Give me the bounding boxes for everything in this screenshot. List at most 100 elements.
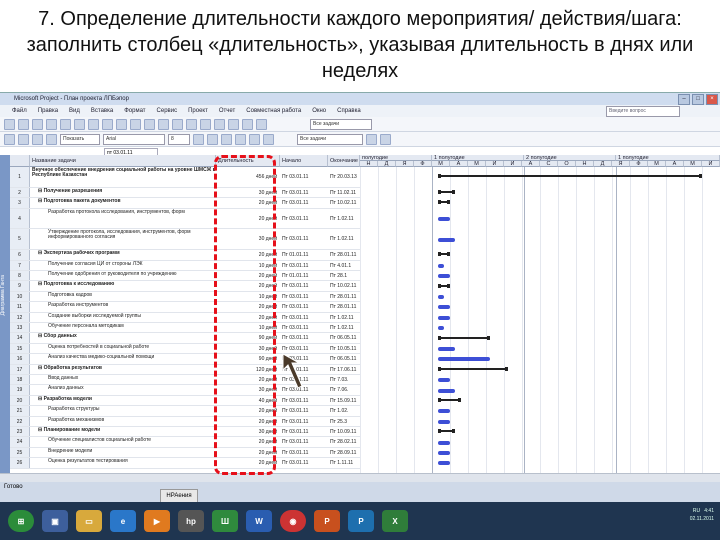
row-id[interactable]: 3 — [10, 198, 30, 208]
table-row[interactable]: 14 ⊟ Сбор данных 90 дней Пт 03.01.11 Пт 06.0… — [10, 333, 360, 344]
table-row[interactable]: 6 ⊟ Экспертиза рабочих программ 20 дней Пт … — [10, 250, 360, 261]
task-name[interactable]: ⊟ Планирование модели — [30, 427, 216, 433]
taskbar-publisher-icon[interactable]: P — [348, 510, 374, 532]
maximize-icon[interactable]: □ — [692, 94, 704, 105]
minimize-icon[interactable]: – — [678, 94, 690, 105]
table-row[interactable]: 20 ⊟ Разработка модели 40 дней Пт 03.01.11 П… — [10, 395, 360, 407]
task-finish[interactable]: Пт 17.06.11 — [328, 365, 360, 375]
task-finish[interactable]: Пт 28.1 — [328, 271, 360, 281]
task-start[interactable]: Пт 03.01.11 — [280, 313, 328, 323]
task-finish[interactable]: Пт 4.01.1 — [328, 261, 360, 271]
task-start[interactable]: Пт 03.01.11 — [280, 458, 328, 468]
task-name[interactable]: Оценка результатов тестирования — [30, 458, 216, 464]
col-header-start[interactable]: Начало — [280, 155, 328, 167]
bold-icon[interactable] — [193, 133, 204, 145]
task-start[interactable]: Пт 03.01.11 — [280, 198, 328, 208]
taskbar-project-icon[interactable]: Ш — [212, 510, 238, 532]
task-name[interactable]: ⊟ Разработка модели — [30, 396, 216, 402]
task-finish[interactable]: Пт 1.02.11 — [328, 323, 360, 333]
task-start[interactable]: Пт 03.01.11 — [280, 261, 328, 271]
row-id[interactable]: 6 — [10, 250, 30, 260]
table-row[interactable]: 18Ввод данных20 днейПт 03.01.11Пт 7.03. — [10, 375, 360, 386]
task-name[interactable]: Обучение специалистов социальной работе — [30, 437, 216, 443]
table-row[interactable]: 11 Разработка инструментов 20 дней Пт 03.01… — [10, 302, 360, 313]
cut-icon[interactable] — [88, 118, 99, 130]
split-icon[interactable] — [172, 118, 183, 130]
table-row[interactable]: 15 Оценка потребностей в социальной работ… — [10, 343, 360, 355]
task-start[interactable]: Пт 03.01.11 — [280, 281, 328, 291]
task-name[interactable]: Разработка протокола исследования, инстр… — [30, 209, 216, 215]
task-finish[interactable]: Пт 28.01.11 — [328, 292, 360, 302]
task-finish[interactable]: Пт 7.06. — [328, 385, 360, 395]
table-row[interactable]: 9 ⊟ Подготовка к исследованию 20 дней Пт 03… — [10, 281, 360, 292]
task-name[interactable]: ⊟ Сбор данных — [30, 333, 216, 339]
table-row[interactable]: 25 Внедрение модели 20 дней Пт 03.01.11 Пт 2… — [10, 447, 360, 459]
menu-item-5[interactable]: Сервис — [157, 105, 178, 117]
menu-item-9[interactable]: Окно — [312, 105, 326, 117]
menu-item-10[interactable]: Справка — [337, 105, 361, 117]
table-row[interactable]: 12 Создание выборки исследуемой группы 20 … — [10, 312, 360, 323]
taskbar-save-icon[interactable]: ▣ — [42, 510, 68, 532]
task-name[interactable]: Утверждение протокола, исследования, инс… — [30, 229, 216, 240]
task-name[interactable]: Получение согласия ЦИ от стороны ЛЭК — [30, 261, 216, 267]
task-start[interactable]: Пт 03.01.11 — [280, 188, 328, 198]
minus-icon[interactable] — [46, 133, 57, 145]
task-finish[interactable]: Пт 10.02.11 — [328, 281, 360, 291]
taskbar-folder-icon[interactable]: ▭ — [76, 510, 102, 532]
row-id[interactable]: 17 — [10, 364, 30, 374]
task-start[interactable]: Пт 03.01.11 — [280, 323, 328, 333]
lang-indicator[interactable]: RU — [693, 508, 700, 514]
task-start[interactable]: Пт 01.01.11 — [280, 250, 328, 260]
row-id[interactable]: 7 — [10, 260, 30, 270]
task-finish[interactable]: Пт 10.05.11 — [328, 344, 360, 354]
font-select[interactable]: Arial — [103, 133, 165, 145]
task-name[interactable]: Обучение персонала методикам — [30, 323, 216, 329]
task-bar[interactable] — [438, 217, 450, 221]
copy-icon[interactable] — [102, 118, 113, 130]
task-bar[interactable] — [438, 378, 450, 383]
task-start[interactable]: Пт 03.01.11 — [280, 229, 328, 250]
task-finish[interactable]: Пт 28.09.11 — [328, 448, 360, 458]
row-id[interactable]: 9 — [10, 281, 30, 291]
task-bar[interactable] — [438, 237, 456, 242]
task-finish[interactable]: Пт 28.01.11 — [328, 250, 360, 260]
task-bar[interactable] — [438, 315, 450, 320]
table-row[interactable]: 7 Получение согласия ЦИ от стороны ЛЭК 10 … — [10, 260, 360, 271]
zoom-out-icon[interactable] — [242, 118, 253, 130]
task-finish[interactable]: Пт 1.02.11 — [328, 313, 360, 323]
task-finish[interactable]: Пт 28.01.11 — [328, 302, 360, 312]
row-id[interactable]: 4 — [10, 208, 30, 229]
row-id[interactable]: 8 — [10, 271, 30, 281]
row-id[interactable]: 5 — [10, 229, 30, 250]
row-id[interactable]: 24 — [10, 437, 30, 447]
task-name[interactable]: Внучное обеспечение внедрения социальной… — [30, 167, 216, 178]
row-id[interactable]: 12 — [10, 312, 30, 322]
autofilter-icon[interactable] — [366, 133, 377, 145]
table-row[interactable]: 23 ⊟ Планирование модели 30 дней Пт 03.01.1… — [10, 427, 360, 438]
task-finish[interactable]: Пт 28.02.11 — [328, 437, 360, 447]
menu-item-7[interactable]: Отчет — [219, 105, 235, 117]
task-name[interactable]: Разработка инструментов — [30, 302, 216, 308]
taskbar-hp-icon[interactable]: hp — [178, 510, 204, 532]
table-row[interactable]: 26 Оценка результатов тестирования 20 дней… — [10, 458, 360, 469]
menu-item-4[interactable]: Формат — [124, 105, 145, 117]
row-id[interactable]: 1 — [10, 167, 30, 187]
table-row[interactable]: 16 Анализ качества медико-социальной помо… — [10, 354, 360, 365]
task-finish[interactable]: Пт 15.09.11 — [328, 396, 360, 406]
task-name[interactable]: Разработка структуры — [30, 406, 216, 412]
table-row[interactable]: 17 ⊟ Обработка результатов 120 дней Пт 03.0… — [10, 364, 360, 375]
task-start[interactable]: Пт 01.01.11 — [280, 271, 328, 281]
task-bar[interactable] — [438, 440, 450, 445]
filter-select[interactable]: Все задачи — [297, 133, 363, 145]
align-right-icon[interactable] — [263, 133, 274, 145]
task-start[interactable]: Пт 03.01.11 — [280, 292, 328, 302]
row-id[interactable]: 10 — [10, 291, 30, 302]
row-id[interactable]: 25 — [10, 447, 30, 458]
unlink-icon[interactable] — [158, 118, 169, 130]
task-finish[interactable]: Пт 1.02.11 — [328, 229, 360, 250]
task-start[interactable]: Пт 03.01.11 — [280, 167, 328, 188]
row-id[interactable]: 22 — [10, 416, 30, 426]
task-name[interactable]: Получение одобрения от руководителя по у… — [30, 271, 216, 277]
table-row[interactable]: 22 Разработка механизмов 20 дней Пт 03.01.1… — [10, 416, 360, 427]
row-id[interactable]: 26 — [10, 458, 30, 468]
